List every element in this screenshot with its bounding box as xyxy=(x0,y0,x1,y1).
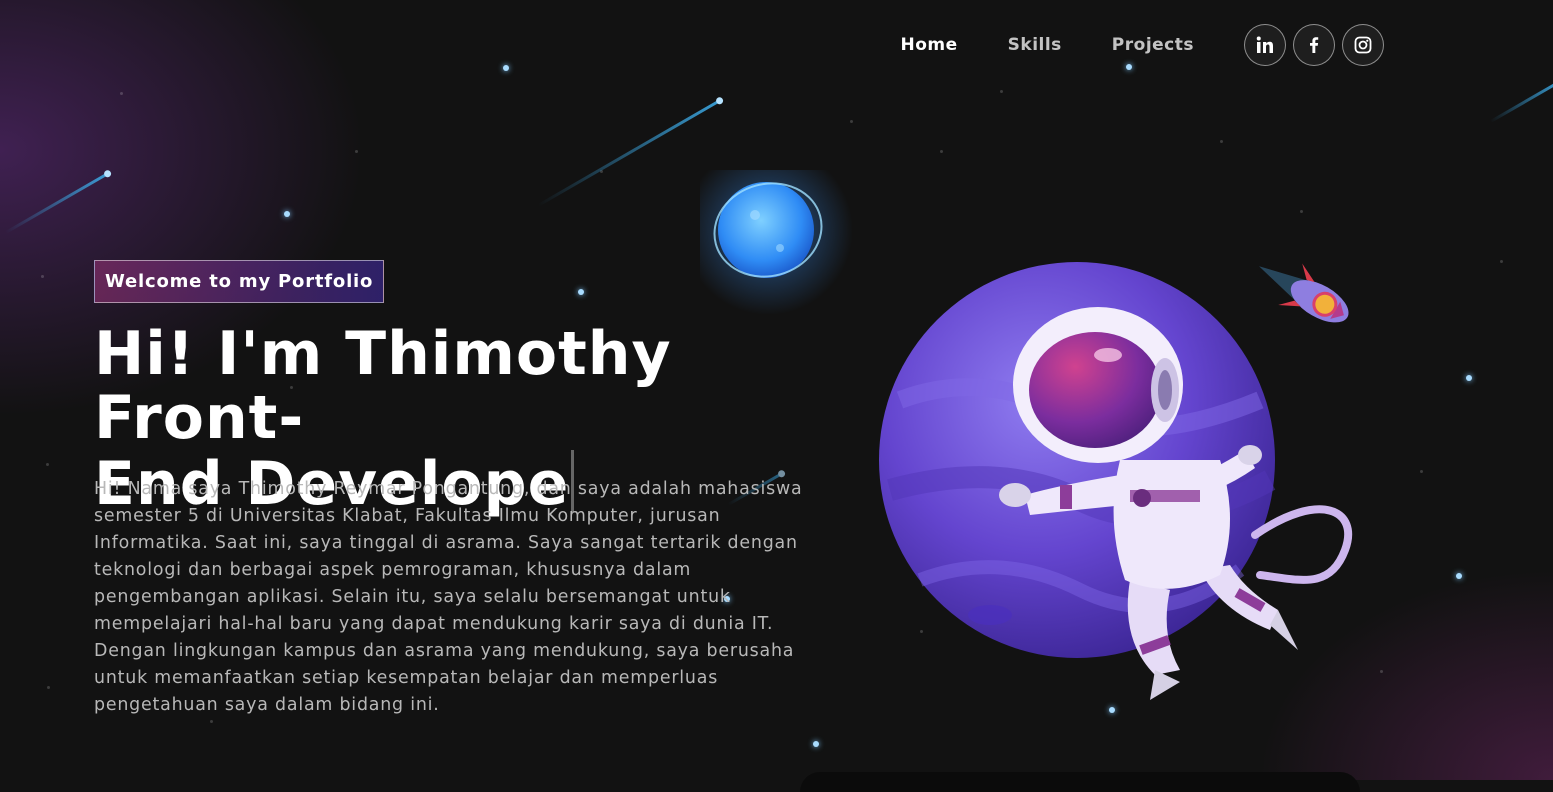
instagram-icon xyxy=(1354,36,1372,54)
welcome-tagline: Welcome to my Portfolio xyxy=(94,260,385,303)
dim-star xyxy=(41,275,44,278)
rocket xyxy=(1259,263,1349,323)
dim-star xyxy=(850,120,853,123)
dim-star xyxy=(1420,470,1423,473)
star xyxy=(1466,375,1472,381)
facebook-button[interactable] xyxy=(1293,24,1335,66)
nav-link-projects[interactable]: Projects xyxy=(1112,35,1194,55)
dim-star xyxy=(940,150,943,153)
dim-star xyxy=(1220,140,1223,143)
hero-heading-line1: Hi! I'm Thimothy Front- xyxy=(94,319,672,453)
dim-star xyxy=(120,92,123,95)
nav-link-home[interactable]: Home xyxy=(900,35,957,55)
star xyxy=(813,741,819,747)
dim-star xyxy=(355,150,358,153)
dim-star xyxy=(46,463,49,466)
nav-link-skills[interactable]: Skills xyxy=(1008,35,1062,55)
facebook-icon xyxy=(1310,37,1319,53)
linkedin-button[interactable] xyxy=(1244,24,1286,66)
linkedin-icon xyxy=(1256,36,1273,53)
top-navigation: Home Skills Projects xyxy=(900,24,1384,66)
dim-star xyxy=(47,686,50,689)
star xyxy=(1456,573,1462,579)
bottom-section-edge xyxy=(800,772,1360,792)
dim-star xyxy=(1000,90,1003,93)
star xyxy=(578,289,584,295)
instagram-button[interactable] xyxy=(1342,24,1384,66)
star xyxy=(284,211,290,217)
star xyxy=(503,65,509,71)
dim-star xyxy=(210,720,213,723)
dim-star xyxy=(1500,260,1503,263)
astronaut-illustration xyxy=(700,170,1353,700)
